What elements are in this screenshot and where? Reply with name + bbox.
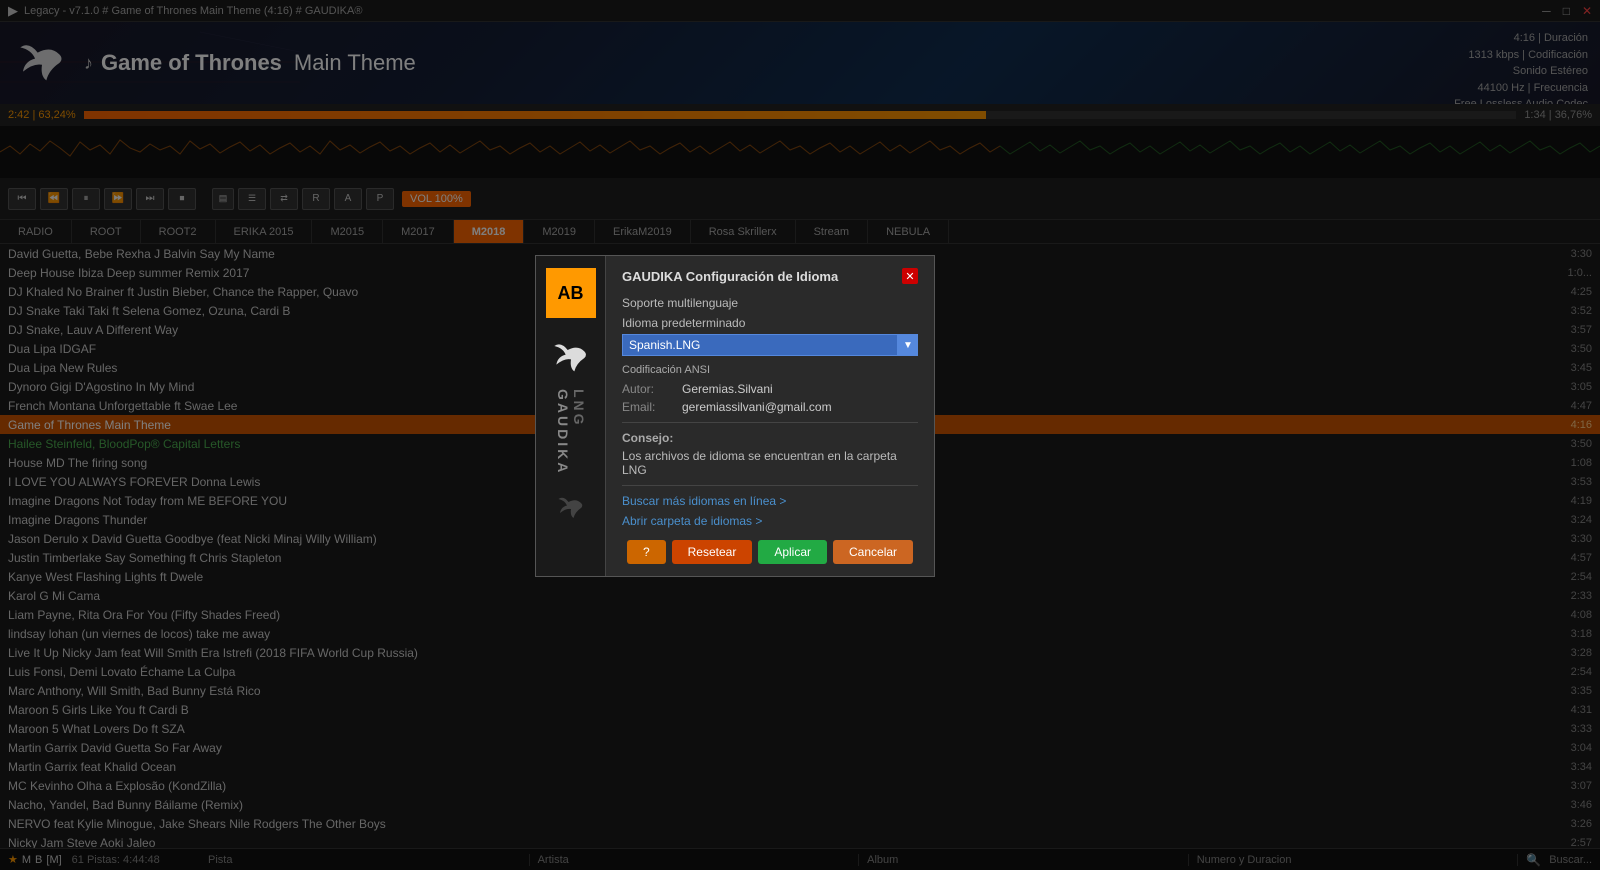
default-lang-label: Idioma predeterminado — [622, 316, 918, 330]
dialog-main: GAUDIKA Configuración de Idioma ✕ Soport… — [606, 256, 934, 576]
cancel-button[interactable]: Cancelar — [833, 540, 913, 564]
dialog-buttons: ? Resetear Aplicar Cancelar — [622, 540, 918, 564]
dialog-bottom-bird — [556, 493, 586, 526]
search-online-link[interactable]: Buscar más idiomas en línea > — [622, 494, 918, 508]
dialog-divider-1 — [622, 422, 918, 423]
reset-button[interactable]: Resetear — [672, 540, 753, 564]
dialog-title: GAUDIKA Configuración de Idioma — [622, 269, 838, 284]
dialog-bird-icon — [551, 338, 591, 381]
author-val: Geremias.Silvani — [682, 382, 773, 396]
dialog-close-button[interactable]: ✕ — [902, 268, 918, 284]
logo-text: AB — [558, 283, 584, 304]
dialog-logo: AB — [546, 268, 596, 318]
apply-button[interactable]: Aplicar — [758, 540, 827, 564]
author-row: Autor: Geremias.Silvani — [622, 382, 918, 396]
author-key: Autor: — [622, 382, 682, 396]
help-button[interactable]: ? — [627, 540, 666, 564]
email-row: Email: geremiassilvani@gmail.com — [622, 400, 918, 414]
lang-select-container: Spanish.LNG English.LNG French.LNG Germa… — [622, 334, 918, 356]
multilang-label: Soporte multilenguaje — [622, 296, 918, 310]
dialog-titlebar: GAUDIKA Configuración de Idioma ✕ — [622, 268, 918, 284]
consejo-label: Consejo: — [622, 431, 918, 445]
dialog-overlay: AB GAUDIKA LNG GAUDIKA Co — [0, 0, 1600, 870]
dialog-gaudika-label: GAUDIKA LNG — [555, 389, 587, 481]
lang-select[interactable]: Spanish.LNG English.LNG French.LNG Germa… — [622, 334, 898, 356]
email-key: Email: — [622, 400, 682, 414]
consejo-text: Los archivos de idioma se encuentran en … — [622, 449, 918, 477]
email-val: geremiassilvani@gmail.com — [682, 400, 832, 414]
encoding-label: Codificación ANSI — [622, 364, 918, 376]
lang-select-arrow[interactable]: ▼ — [898, 334, 918, 356]
dialog-sidebar: AB GAUDIKA LNG — [536, 256, 606, 576]
dialog-divider-2 — [622, 485, 918, 486]
open-folder-link[interactable]: Abrir carpeta de idiomas > — [622, 514, 918, 528]
language-config-dialog: AB GAUDIKA LNG GAUDIKA Co — [535, 255, 935, 577]
